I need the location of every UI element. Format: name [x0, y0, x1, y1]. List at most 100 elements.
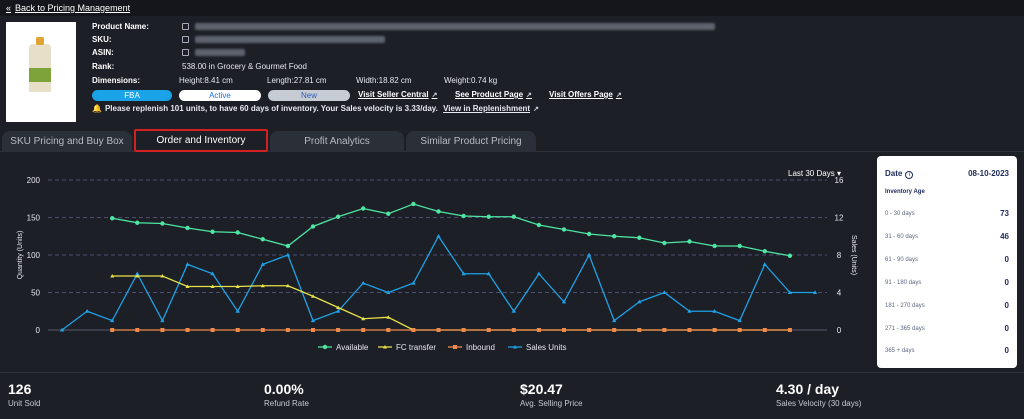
view-in-replenishment-link[interactable]: View in Replenishment [443, 104, 530, 113]
available-point [260, 237, 265, 242]
inventory-age-heading: Inventory Age [885, 189, 925, 195]
inbound-point [662, 328, 667, 332]
rank-row: Rank: 538.00 in Grocery & Gourmet Food [92, 62, 742, 72]
available-point [787, 253, 793, 258]
dimensions-label: Dimensions: [92, 76, 141, 85]
inbound-point [411, 328, 416, 332]
age-row: 91 - 180 days 0 [885, 278, 1009, 287]
sales-units-point [536, 271, 542, 276]
back-to-pricing-link[interactable]: «Back to Pricing Management [6, 3, 130, 13]
inbound-point [712, 328, 717, 332]
inbound-point [185, 328, 190, 332]
tab-similar-product-pricing[interactable]: Similar Product Pricing [406, 131, 536, 152]
stat-avg-selling-price: $20.47 Avg. Selling Price [520, 381, 583, 408]
width-value: Width:18.82 cm [356, 76, 412, 85]
legend-label: FC transfer [396, 343, 436, 352]
replenish-alert: 🔔 Please replenish 101 units, to have 60 … [92, 104, 742, 116]
inbound-point [135, 328, 140, 332]
y-tick-label: 50 [31, 289, 40, 298]
available-point [235, 230, 240, 235]
visit-seller-central-link[interactable]: Visit Seller Central ↗ [358, 90, 437, 99]
redacted-product-name [195, 23, 715, 30]
bell-icon: 🔔 [92, 104, 102, 113]
fba-badge: FBA [92, 90, 172, 101]
available-point [361, 206, 366, 211]
available-point [461, 213, 466, 219]
inbound-point [361, 328, 366, 332]
alert-text: Please replenish 101 units, to have 60 d… [104, 104, 438, 113]
available-point [737, 243, 742, 249]
legend-swatch-marker [453, 345, 457, 349]
legend-label: Sales Units [526, 343, 566, 352]
product-header: Product Name: SKU: ASIN: Rank: 538.00 in… [0, 16, 1024, 128]
inbound-point [612, 328, 617, 332]
pouch-graphic [29, 37, 51, 92]
top-bar: «Back to Pricing Management [0, 0, 1024, 16]
inventory-age-panel: Date i 08-10-2023 Inventory Age 0 - 30 da… [877, 156, 1017, 368]
y2-tick-label: 4 [837, 289, 842, 298]
sales-units-point [762, 262, 767, 266]
asin-row: ASIN: [92, 48, 742, 58]
sku-label: SKU: [92, 35, 112, 44]
tab-profit-analytics[interactable]: Profit Analytics [270, 131, 404, 152]
age-row: 365 + days 0 [885, 346, 1009, 355]
inbound-point [160, 328, 165, 332]
available-point [335, 214, 341, 219]
tab-order-inventory[interactable]: Order and Inventory [134, 129, 268, 152]
order-inventory-chart: 0 50 100 150 200 0 4 8 12 16 Quantity (Units) Sales… [0, 152, 870, 372]
external-link-icon: ↗ [526, 92, 532, 99]
visit-offers-page-link[interactable]: Visit Offers Page ↗ [549, 90, 622, 99]
range-dropdown[interactable]: Last 30 Days ▾ [788, 169, 841, 178]
back-link-label: Back to Pricing Management [15, 3, 131, 13]
see-product-page-link[interactable]: See Product Page ↗ [455, 90, 532, 99]
stat-sales-velocity: 4.30 / day Sales Velocity (30 days) [776, 381, 862, 408]
external-link-icon: ↗ [533, 106, 539, 113]
copy-icon[interactable] [182, 49, 189, 56]
sales-units-point [84, 309, 90, 313]
external-link-icon: ↗ [615, 92, 622, 99]
inbound-point [536, 328, 541, 332]
available-point [310, 224, 316, 229]
available-point [561, 227, 567, 232]
y-tick-label: 0 [36, 326, 41, 335]
y2-tick-label: 0 [837, 326, 842, 335]
available-point [662, 240, 667, 246]
available-point [135, 220, 140, 225]
rank-value: 538.00 in Grocery & Gourmet Food [182, 62, 307, 71]
copy-icon[interactable] [182, 36, 189, 43]
inbound-point [787, 328, 792, 332]
chart-svg: 0501001502000481216Quantity (Units) Sales… [17, 176, 857, 352]
inbound-point [486, 328, 491, 332]
summary-stats: 126 Unit Sold 0.00% Refund Rate $20.47 Avg.… [0, 372, 1024, 419]
available-point [486, 214, 491, 219]
product-name-label: Product Name: [92, 22, 149, 31]
inbound-point [587, 328, 592, 332]
available-point [160, 221, 165, 226]
info-icon[interactable]: i [905, 171, 914, 179]
y2-axis-label: Sales (Units) [850, 235, 857, 275]
fc-transfer-line [112, 275, 790, 331]
product-image [6, 22, 76, 122]
available-point [586, 231, 592, 237]
inbound-point [110, 328, 115, 332]
y2-tick-label: 12 [835, 214, 844, 223]
tab-sku-pricing[interactable]: SKU Pricing and Buy Box [2, 131, 132, 152]
copy-icon[interactable] [182, 23, 189, 30]
redacted-sku [195, 36, 385, 43]
rank-label: Rank: [92, 62, 115, 71]
inbound-point [687, 328, 692, 332]
y-tick-label: 150 [27, 214, 41, 223]
inbound-point [386, 328, 391, 332]
active-badge: Active [179, 90, 261, 101]
inbound-point [235, 328, 240, 332]
available-point [411, 201, 416, 207]
double-chevron-left-icon: « [6, 3, 12, 13]
new-badge: New [268, 90, 350, 101]
inbound-point [562, 328, 566, 332]
legend-label: Inbound [466, 343, 495, 352]
badges-row: FBA Active New Visit Seller Central ↗ See… [92, 90, 742, 102]
length-value: Length:27.81 cm [267, 76, 327, 85]
height-value: Height:8.41 cm [179, 76, 233, 85]
inbound-point [637, 328, 642, 332]
y-tick-label: 200 [27, 176, 41, 185]
